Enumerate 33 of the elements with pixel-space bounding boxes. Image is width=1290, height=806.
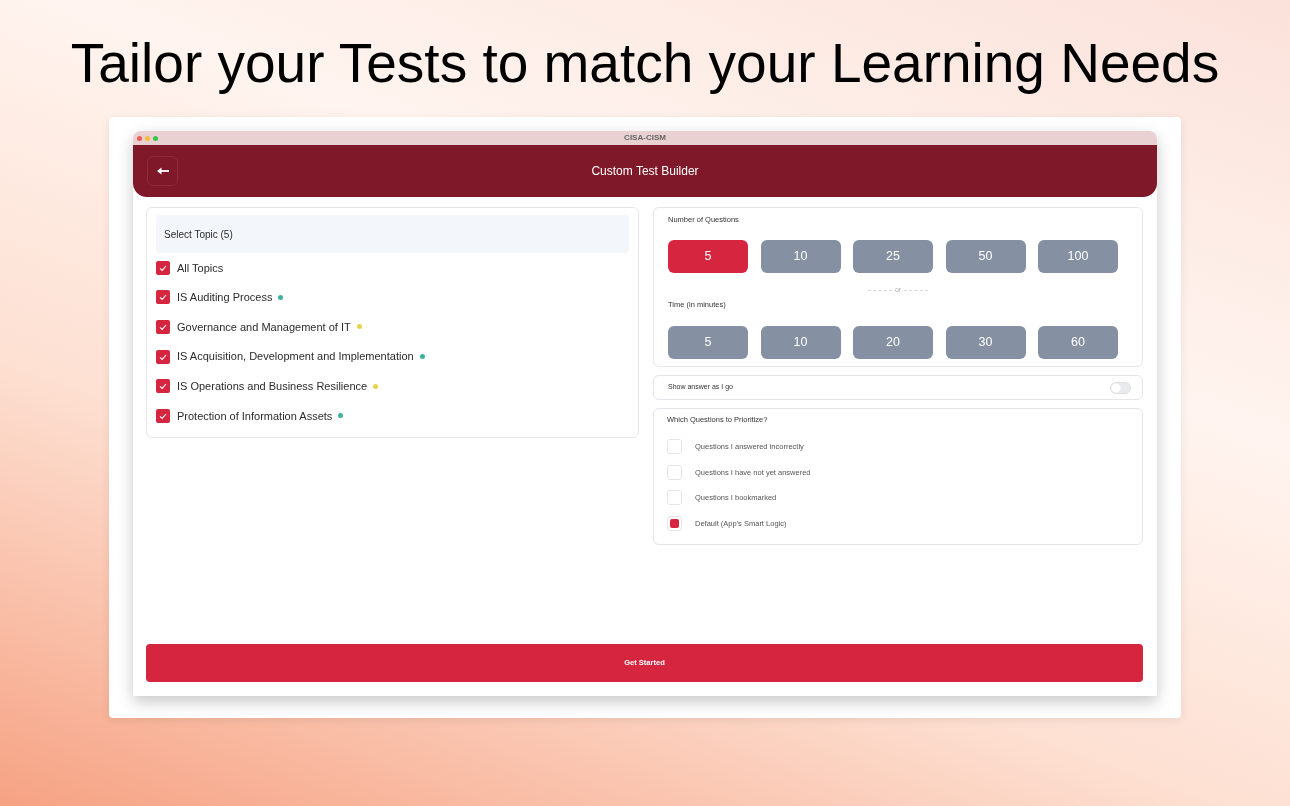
option-button[interactable]: 25	[853, 240, 933, 273]
checkbox[interactable]	[156, 349, 170, 364]
back-arrow-icon	[156, 167, 169, 175]
option-button[interactable]: 100	[1038, 240, 1118, 273]
headline: Tailor your Tests to match your Learning Needs	[70, 31, 1220, 95]
topic-label: Protection of Information Assets	[177, 408, 333, 424]
topic-header-text: Select Topic (5)	[164, 227, 233, 242]
checkbox[interactable]	[156, 320, 170, 334]
checkbox[interactable]	[156, 290, 170, 305]
checkbox[interactable]	[667, 439, 682, 455]
topic-label: IS Auditing Process	[177, 290, 273, 306]
back-button[interactable]	[147, 156, 178, 186]
option-button[interactable]: 50	[945, 240, 1026, 273]
checkbox[interactable]	[156, 260, 170, 275]
checkbox[interactable]	[156, 408, 170, 423]
checkbox[interactable]	[667, 490, 682, 506]
option-button[interactable]: 60	[1038, 326, 1118, 359]
option-button[interactable]: 30	[945, 326, 1026, 359]
option-button[interactable]: 10	[760, 240, 841, 273]
option-button[interactable]: 5	[668, 326, 748, 359]
option-button[interactable]: 5	[668, 240, 748, 273]
topic-label: All Topics	[177, 260, 224, 276]
topic-label: Governance and Management of IT	[177, 319, 351, 335]
window-title: CISA-CISM	[624, 133, 666, 143]
checkbox[interactable]	[156, 379, 170, 394]
toggle-switch[interactable]	[1110, 381, 1131, 394]
topic-label: IS Acquisition, Development and Implementation	[177, 349, 414, 365]
option-button[interactable]: 10	[760, 326, 841, 359]
checkbox[interactable]	[667, 464, 682, 480]
topic-label: IS Operations and Business Resilience	[177, 378, 368, 394]
option-button[interactable]: 20	[853, 326, 933, 359]
checkbox[interactable]	[667, 515, 682, 531]
page-title: Custom Test Builder	[591, 164, 699, 178]
